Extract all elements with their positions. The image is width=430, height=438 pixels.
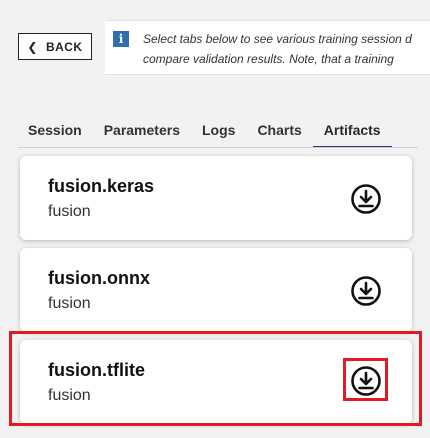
artifact-name: fusion.tflite bbox=[48, 360, 145, 380]
tab-logs[interactable]: Logs bbox=[191, 118, 246, 148]
artifact-subtitle: fusion bbox=[48, 203, 91, 220]
chevron-left-icon: ❮ bbox=[27, 39, 38, 54]
back-button-label: BACK bbox=[45, 39, 83, 54]
info-banner: i Select tabs below to see various train… bbox=[105, 20, 430, 75]
download-icon[interactable] bbox=[350, 275, 382, 307]
tab-session[interactable]: Session bbox=[18, 118, 93, 148]
artifact-card-onnx: fusion.onnx fusion bbox=[20, 248, 412, 332]
download-icon[interactable] bbox=[350, 365, 382, 397]
artifact-subtitle: fusion bbox=[48, 387, 91, 404]
tab-parameters[interactable]: Parameters bbox=[93, 118, 191, 148]
artifact-card-tflite: fusion.tflite fusion bbox=[20, 340, 412, 424]
info-text-line-1: Select tabs below to see various trainin… bbox=[143, 32, 412, 46]
tab-bar: Session Parameters Logs Charts Artifacts bbox=[18, 118, 392, 148]
artifact-name: fusion.keras bbox=[48, 176, 155, 196]
info-text: Select tabs below to see various trainin… bbox=[143, 29, 430, 69]
info-text-line-2: compare validation results. Note, that a… bbox=[143, 52, 394, 66]
tab-artifacts[interactable]: Artifacts bbox=[312, 118, 392, 148]
artifact-name: fusion.onnx bbox=[48, 268, 150, 288]
download-icon[interactable] bbox=[350, 183, 382, 215]
tab-charts[interactable]: Charts bbox=[246, 118, 312, 148]
back-button[interactable]: ❮ BACK bbox=[18, 33, 92, 60]
artifact-card-keras: fusion.keras fusion bbox=[20, 156, 412, 240]
tab-bar-divider bbox=[18, 147, 418, 148]
info-icon: i bbox=[113, 31, 129, 47]
artifact-subtitle: fusion bbox=[48, 295, 91, 312]
